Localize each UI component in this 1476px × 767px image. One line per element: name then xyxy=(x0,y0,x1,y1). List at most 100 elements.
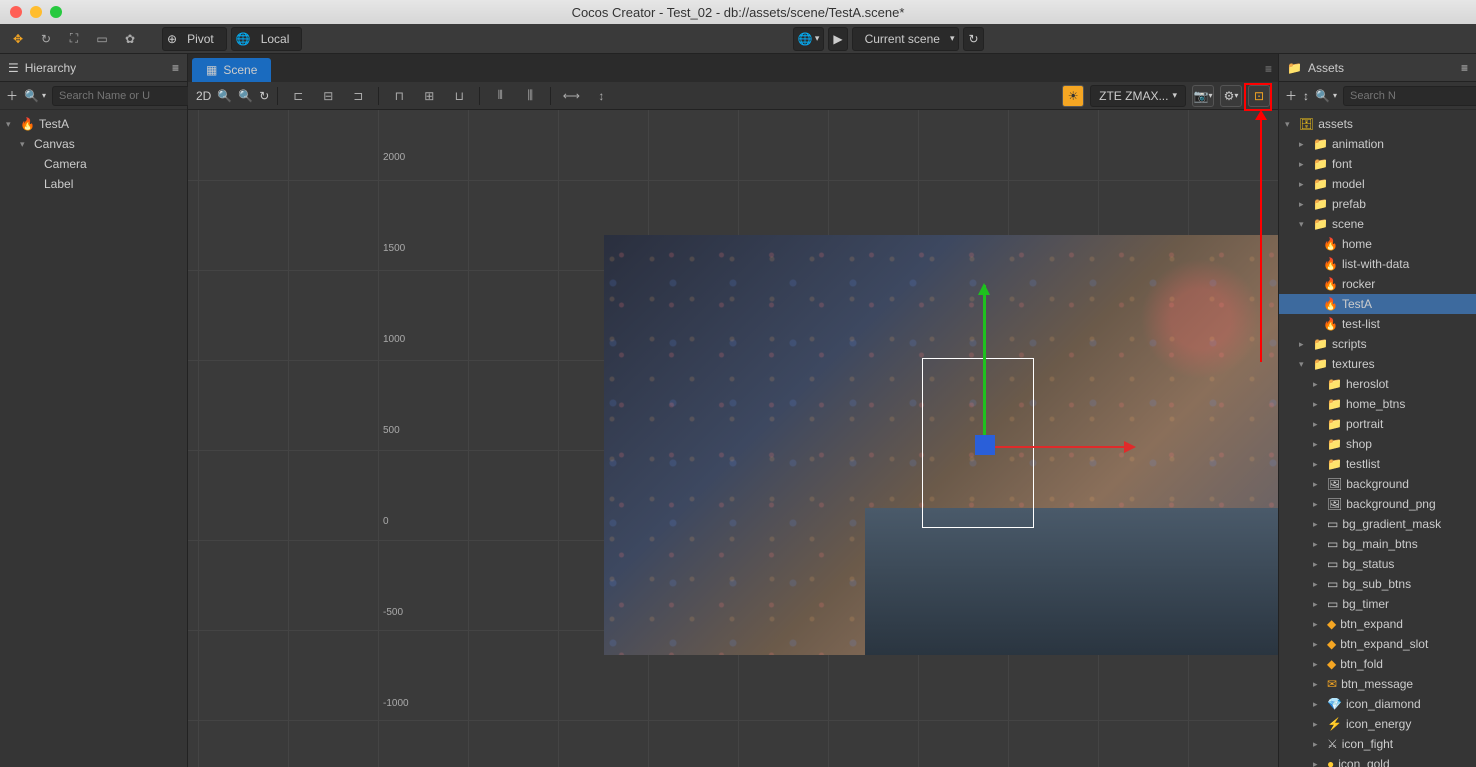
mode-2d-button[interactable]: 2D xyxy=(196,89,211,103)
image-icon: ▭ xyxy=(1327,517,1338,531)
asset-image[interactable]: ▸▭bg_status xyxy=(1279,554,1476,574)
camera-button[interactable]: 📷▾ xyxy=(1192,85,1214,107)
asset-scene[interactable]: 🔥list-with-data xyxy=(1279,254,1476,274)
image-icon: ▭ xyxy=(1327,557,1338,571)
scene-toolbar: 2D 🔍 🔍 ↻ ⊏ ⊟ ⊐ ⊓ ⊞ ⊔ ⫴ ⫼ ⟷ ↕ ☀ xyxy=(188,82,1278,110)
globe-icon: 🌐 xyxy=(798,32,813,46)
assets-search-input[interactable] xyxy=(1343,86,1476,106)
minimize-window-button[interactable] xyxy=(30,6,42,18)
tree-node-root[interactable]: ▾🔥TestA xyxy=(0,114,187,134)
asset-image[interactable]: ▸▭bg_sub_btns xyxy=(1279,574,1476,594)
refresh-button[interactable]: ↻ xyxy=(963,27,983,51)
zoom-in-icon[interactable]: 🔍 xyxy=(217,89,232,103)
zoom-out-icon[interactable]: 🔍 xyxy=(238,89,253,103)
asset-folder[interactable]: ▸📁animation xyxy=(1279,134,1476,154)
window-title: Cocos Creator - Test_02 - db://assets/sc… xyxy=(572,5,905,20)
image-icon: ⚡ xyxy=(1327,717,1342,731)
asset-image[interactable]: ▸●icon_gold xyxy=(1279,754,1476,767)
asset-folder[interactable]: ▸📁shop xyxy=(1279,434,1476,454)
spacing-h-icon[interactable]: ⟷ xyxy=(559,85,583,107)
asset-folder[interactable]: ▸📁font xyxy=(1279,154,1476,174)
asset-folder[interactable]: ▸📁heroslot xyxy=(1279,374,1476,394)
rotate-tool-icon[interactable]: ↻ xyxy=(34,28,58,50)
asset-folder[interactable]: ▸📁testlist xyxy=(1279,454,1476,474)
asset-image[interactable]: ▸🖼background_png xyxy=(1279,494,1476,514)
distribute-h-icon[interactable]: ⫴ xyxy=(488,85,512,107)
asset-folder[interactable]: ▸📁prefab xyxy=(1279,194,1476,214)
play-button[interactable]: ▶ xyxy=(828,27,847,51)
reset-view-icon[interactable]: ↻ xyxy=(259,89,269,103)
titlebar: Cocos Creator - Test_02 - db://assets/sc… xyxy=(0,0,1476,24)
asset-image[interactable]: ▸⚡icon_energy xyxy=(1279,714,1476,734)
gear-icon[interactable]: ⚙▾ xyxy=(1220,85,1242,107)
tree-node-label[interactable]: Label xyxy=(0,174,187,194)
panel-menu-icon[interactable]: ≡ xyxy=(172,61,179,75)
pivot-button[interactable]: ⊕ Pivot xyxy=(162,27,227,51)
asset-image[interactable]: ▸💎icon_diamond xyxy=(1279,694,1476,714)
panel-menu-icon[interactable]: ≡ xyxy=(1259,56,1278,82)
folder-icon: 📁 xyxy=(1287,61,1302,75)
scene-tabbar: ▦Scene ≡ xyxy=(188,54,1278,82)
maximize-window-button[interactable] xyxy=(50,6,62,18)
align-top-icon[interactable]: ⊓ xyxy=(387,85,411,107)
asset-image[interactable]: ▸▭bg_main_btns xyxy=(1279,534,1476,554)
distribute-v-icon[interactable]: ⫼ xyxy=(518,85,542,107)
search-icon[interactable]: 🔍 xyxy=(1315,89,1330,103)
asset-folder[interactable]: ▾📁scene xyxy=(1279,214,1476,234)
asset-image[interactable]: ▸◆btn_expand_slot xyxy=(1279,634,1476,654)
assets-title: Assets xyxy=(1308,61,1344,75)
asset-image[interactable]: ▸✉btn_message xyxy=(1279,674,1476,694)
gizmo-center[interactable] xyxy=(975,435,995,455)
gizmo-x-axis[interactable] xyxy=(984,446,1134,448)
image-icon: ◆ xyxy=(1327,657,1336,671)
asset-scene[interactable]: 🔥test-list xyxy=(1279,314,1476,334)
add-asset-button[interactable]: ＋ xyxy=(1285,87,1297,104)
align-center-icon[interactable]: ⊟ xyxy=(316,85,340,107)
align-right-icon[interactable]: ⊐ xyxy=(346,85,370,107)
asset-image[interactable]: ▸◆btn_fold xyxy=(1279,654,1476,674)
asset-folder[interactable]: ▸📁scripts xyxy=(1279,334,1476,354)
align-bottom-icon[interactable]: ⊔ xyxy=(447,85,471,107)
asset-scene[interactable]: 🔥rocker xyxy=(1279,274,1476,294)
tree-node-camera[interactable]: Camera xyxy=(0,154,187,174)
ruler-mark: 0 xyxy=(383,516,389,527)
settings-icon[interactable]: ✿ xyxy=(118,28,142,50)
spacing-v-icon[interactable]: ↕ xyxy=(589,85,613,107)
assets-tree: ▾🗄assets ▸📁animation ▸📁font ▸📁model ▸📁pr… xyxy=(1279,110,1476,767)
image-icon: ▭ xyxy=(1327,597,1338,611)
scale-tool-icon[interactable]: ⛶ xyxy=(62,28,86,50)
rect-tool-icon[interactable]: ▭ xyxy=(90,28,114,50)
search-icon[interactable]: 🔍 xyxy=(24,89,39,103)
asset-folder[interactable]: ▾📁textures xyxy=(1279,354,1476,374)
align-middle-icon[interactable]: ⊞ xyxy=(417,85,441,107)
close-window-button[interactable] xyxy=(10,6,22,18)
web-preview-button[interactable]: 🌐▾ xyxy=(793,27,824,51)
scene-viewport[interactable]: 2000 1500 1000 500 0 -500 -1000 xyxy=(188,110,1278,767)
asset-scene[interactable]: 🔥home xyxy=(1279,234,1476,254)
device-dropdown[interactable]: ZTE ZMAX...▾ xyxy=(1090,85,1186,107)
tree-node-canvas[interactable]: ▾Canvas xyxy=(0,134,187,154)
sort-icon[interactable]: ↕ xyxy=(1303,89,1309,103)
asset-folder[interactable]: ▸📁portrait xyxy=(1279,414,1476,434)
asset-image[interactable]: ▸🖼background xyxy=(1279,474,1476,494)
panel-menu-icon[interactable]: ≡ xyxy=(1461,61,1468,75)
ruler-mark: 2000 xyxy=(383,152,405,163)
asset-image[interactable]: ▸⚔icon_fight xyxy=(1279,734,1476,754)
scene-dropdown[interactable]: Current scene▾ xyxy=(852,27,960,51)
asset-folder[interactable]: ▸📁model xyxy=(1279,174,1476,194)
light-toggle-icon[interactable]: ☀ xyxy=(1062,85,1084,107)
asset-root[interactable]: ▾🗄assets xyxy=(1279,114,1476,134)
asset-image[interactable]: ▸◆btn_expand xyxy=(1279,614,1476,634)
asset-scene-selected[interactable]: 🔥TestA xyxy=(1279,294,1476,314)
asset-image[interactable]: ▸▭bg_gradient_mask xyxy=(1279,514,1476,534)
hierarchy-search-input[interactable] xyxy=(52,86,208,106)
move-tool-icon[interactable]: ✥ xyxy=(6,28,30,50)
scene-tab[interactable]: ▦Scene xyxy=(192,58,271,82)
gizmo-y-axis[interactable] xyxy=(983,285,986,445)
local-button[interactable]: 🌐 Local xyxy=(231,27,303,51)
asset-folder[interactable]: ▸📁home_btns xyxy=(1279,394,1476,414)
add-node-button[interactable]: ＋ xyxy=(6,87,18,104)
align-left-icon[interactable]: ⊏ xyxy=(286,85,310,107)
ruler-mark: 1500 xyxy=(383,243,405,254)
asset-image[interactable]: ▸▭bg_timer xyxy=(1279,594,1476,614)
